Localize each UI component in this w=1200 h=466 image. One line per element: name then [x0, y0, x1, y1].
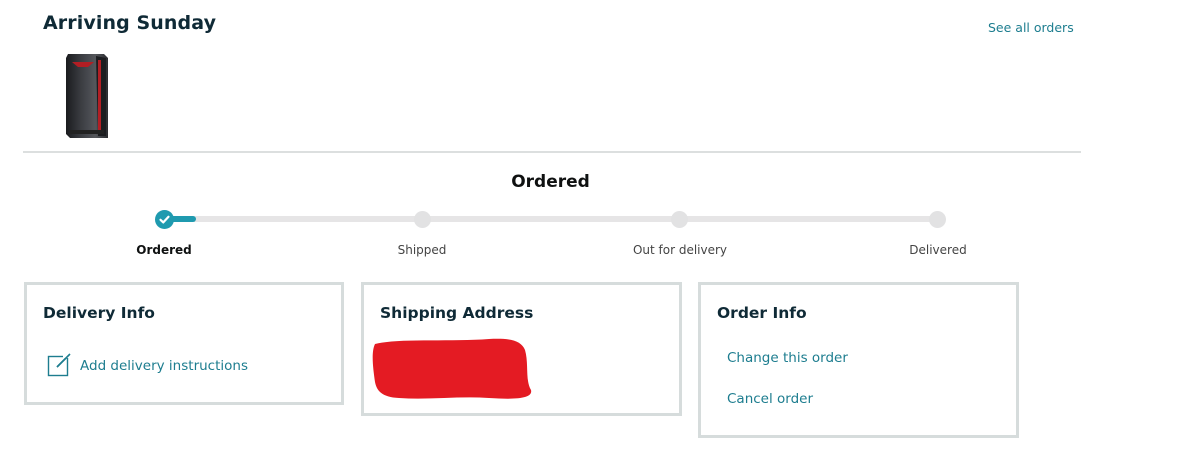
- step-label-ordered: Ordered: [136, 243, 192, 257]
- progress-node-ordered: [155, 210, 174, 229]
- order-info-card: Order Info Change this order Cancel orde…: [698, 282, 1019, 438]
- shipping-address-card: Shipping Address: [361, 282, 682, 416]
- see-all-orders-link[interactable]: See all orders: [988, 20, 1074, 35]
- order-info-title: Order Info: [717, 304, 807, 322]
- step-label-delivered: Delivered: [909, 243, 967, 257]
- address-redaction: [372, 338, 532, 399]
- checkmark-icon: [159, 215, 170, 224]
- add-delivery-instructions-link[interactable]: Add delivery instructions: [80, 358, 248, 374]
- cancel-order-link[interactable]: Cancel order: [727, 391, 813, 407]
- delivery-info-card: Delivery Info Add delivery instructions: [24, 282, 344, 405]
- step-label-out-for-delivery: Out for delivery: [632, 243, 728, 257]
- section-divider: [23, 151, 1081, 153]
- progress-track: [165, 216, 938, 222]
- desktop-tower-icon: [66, 54, 108, 138]
- shipping-address-title: Shipping Address: [380, 304, 534, 322]
- change-order-link[interactable]: Change this order: [727, 350, 848, 366]
- progress-node-delivered: [929, 211, 946, 228]
- delivery-info-title: Delivery Info: [43, 304, 155, 322]
- progress-node-shipped: [414, 211, 431, 228]
- product-image[interactable]: [60, 50, 116, 142]
- step-label-shipped: Shipped: [397, 243, 447, 257]
- progress-node-out-for-delivery: [671, 211, 688, 228]
- arrival-headline: Arriving Sunday: [43, 12, 217, 34]
- shipment-status-title: Ordered: [511, 172, 590, 192]
- edit-note-icon[interactable]: [47, 353, 71, 377]
